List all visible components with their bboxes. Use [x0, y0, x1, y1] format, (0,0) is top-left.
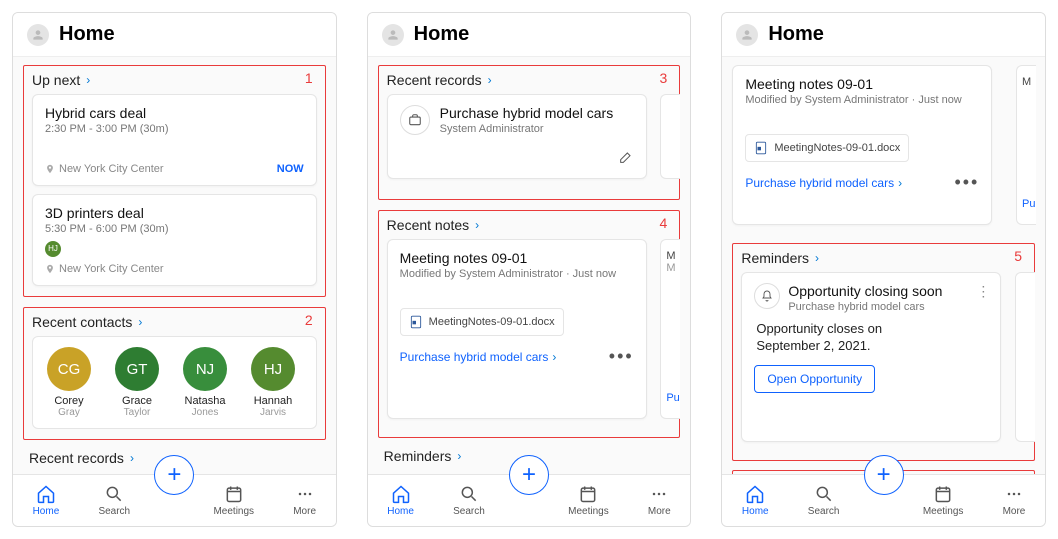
event-card[interactable]: 3D printers deal 5:30 PM - 6:00 PM (30m)… [32, 194, 317, 286]
tab-home[interactable]: Home [387, 484, 414, 517]
tab-more[interactable]: More [293, 484, 316, 517]
location: New York City Center [45, 163, 304, 175]
tabbar: + Home Search x Meetings More [722, 474, 1045, 526]
record-card-peek[interactable] [660, 94, 680, 179]
attachment-chip[interactable]: MeetingNotes-09-01.docx [745, 134, 909, 162]
tab-home[interactable]: Home [742, 484, 769, 517]
reminder-card[interactable]: ⋮ Opportunity closing soon Purchase hybr… [741, 272, 1001, 442]
tab-search[interactable]: Search [808, 484, 840, 517]
up-next-header[interactable]: Up next › [32, 72, 317, 88]
contacts-row[interactable]: CGCoreyGray GTGraceTaylor NJNatashaJones… [32, 336, 317, 429]
contact-item[interactable]: JJoP [313, 347, 317, 418]
header: Home [13, 13, 336, 57]
tab-more[interactable]: More [648, 484, 671, 517]
tabbar: + Home Search x Meetings More [368, 474, 691, 526]
recent-contacts-header[interactable]: Recent contacts › [32, 314, 317, 330]
phone-screen-3: Home Meeting notes 09-01 Modified by Sys… [721, 12, 1046, 527]
recent-notes-header[interactable]: Recent notes› [387, 217, 672, 233]
note-card[interactable]: Meeting notes 09-01 Modified by System A… [732, 65, 992, 225]
bell-icon [754, 283, 780, 309]
chevron-right-icon: › [488, 73, 492, 87]
tab-meetings[interactable]: Meetings [568, 484, 609, 517]
briefcase-icon [400, 105, 430, 135]
recent-records-section: 3 Recent records› Purchase hybrid model … [378, 65, 681, 200]
more-icon[interactable]: ••• [954, 172, 979, 193]
tab-search[interactable]: Search [453, 484, 485, 517]
record-card[interactable]: Purchase hybrid model cars System Admini… [387, 94, 647, 179]
tab-search[interactable]: Search [98, 484, 130, 517]
page-title: Home [768, 23, 824, 46]
note-card-peek[interactable]: M Pu [1016, 65, 1036, 225]
note-card[interactable]: Meeting notes 09-01 Modified by System A… [387, 239, 647, 419]
reminder-card-peek[interactable] [1015, 272, 1035, 442]
chevron-right-icon: › [138, 315, 142, 329]
recent-records-header[interactable]: Recent records› [387, 72, 672, 88]
location: New York City Center [45, 263, 304, 275]
chevron-right-icon: › [86, 73, 90, 87]
edit-icon[interactable] [618, 149, 634, 170]
contact-item[interactable]: HJHannahJarvis [245, 347, 301, 418]
page-title: Home [59, 23, 115, 46]
reminders-header[interactable]: Reminders› [741, 250, 1026, 266]
contact-item[interactable]: GTGraceTaylor [109, 347, 165, 418]
more-icon[interactable]: ••• [609, 346, 634, 367]
chevron-right-icon: › [815, 251, 819, 265]
event-card[interactable]: Hybrid cars deal 2:30 PM - 3:00 PM (30m)… [32, 94, 317, 186]
page-title: Home [414, 23, 470, 46]
chevron-right-icon: › [130, 451, 134, 465]
chevron-right-icon: › [475, 218, 479, 232]
reminders-section: 5 Reminders› ⋮ Opportunity closing soon … [732, 243, 1035, 461]
tab-meetings[interactable]: Meetings [923, 484, 964, 517]
up-next-section: 1 Up next › Hybrid cars deal 2:30 PM - 3… [23, 65, 326, 297]
attendee-dot: JP [45, 141, 61, 157]
header: Home [722, 13, 1045, 57]
tab-more[interactable]: More [1003, 484, 1026, 517]
fab-add-button[interactable]: + [864, 455, 904, 495]
fab-add-button[interactable]: + [154, 455, 194, 495]
phone-screen-1: Home 1 Up next › Hybrid cars deal 2:30 P… [12, 12, 337, 527]
tab-home[interactable]: Home [33, 484, 60, 517]
attachment-chip[interactable]: MeetingNotes-09-01.docx [400, 308, 564, 336]
fab-add-button[interactable]: + [509, 455, 549, 495]
avatar[interactable] [736, 24, 758, 46]
now-badge: NOW [277, 163, 304, 175]
tabbar: + Home Search x Meetings More [13, 474, 336, 526]
docx-icon [754, 141, 768, 155]
phone-screen-2: Home 3 Recent records› Purchase hybrid m… [367, 12, 692, 527]
tab-meetings[interactable]: Meetings [213, 484, 254, 517]
contact-item[interactable]: CGCoreyGray [41, 347, 97, 418]
recent-notes-section: 4 Recent notes› Meeting notes 09-01 Modi… [378, 210, 681, 438]
contact-item[interactable]: NJNatashaJones [177, 347, 233, 418]
kebab-icon[interactable]: ⋮ [976, 283, 990, 300]
regarding-link[interactable]: Purchase hybrid model cars› [400, 350, 557, 364]
recent-contacts-section: 2 Recent contacts › CGCoreyGray GTGraceT… [23, 307, 326, 440]
docx-icon [409, 315, 423, 329]
avatar[interactable] [382, 24, 404, 46]
header: Home [368, 13, 691, 57]
avatar[interactable] [27, 24, 49, 46]
regarding-link[interactable]: Purchase hybrid model cars› [745, 176, 902, 190]
open-opportunity-button[interactable]: Open Opportunity [754, 365, 875, 393]
attendee-dot: HJ [45, 241, 61, 257]
chevron-right-icon: › [457, 449, 461, 463]
note-card-peek[interactable]: M M Pu [660, 239, 680, 419]
